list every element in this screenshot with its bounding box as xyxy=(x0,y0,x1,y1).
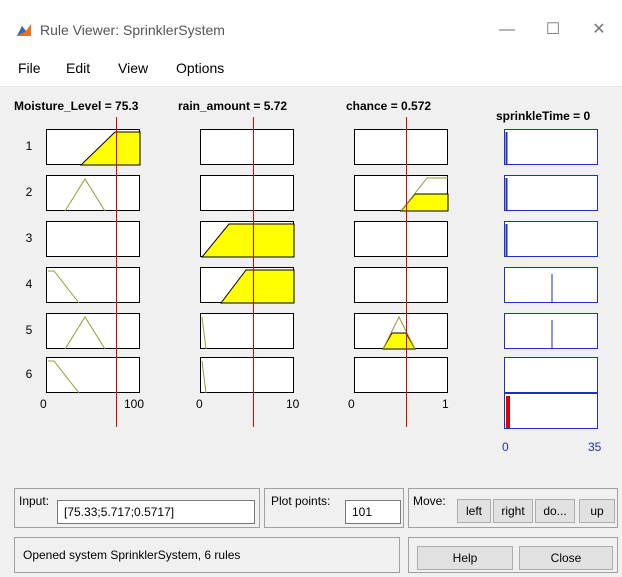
sprinkle-axis-max: 35 xyxy=(588,440,602,454)
move-down-button[interactable]: do... xyxy=(535,499,575,523)
rain-axis-max: 10 xyxy=(286,397,300,411)
move-panel: Move: left right do... up xyxy=(408,488,618,528)
rain-axis-min: 0 xyxy=(196,397,203,411)
window-title: Rule Viewer: SprinklerSystem xyxy=(40,22,225,38)
input-label: Input: xyxy=(19,494,50,508)
rule3-moisture-mf-plot[interactable] xyxy=(46,221,140,257)
moisture-input-line[interactable] xyxy=(116,117,117,427)
rule4-rain-mf-plot[interactable] xyxy=(200,267,295,304)
menu-edit[interactable]: Edit xyxy=(66,60,90,76)
rule1-rain-mf-plot[interactable] xyxy=(200,129,294,165)
moisture-axis-min: 0 xyxy=(40,397,47,411)
status-panel: Opened system SprinklerSystem, 6 rules xyxy=(14,537,400,573)
rule2-chance-mf-plot[interactable] xyxy=(354,175,449,212)
plot-points-field[interactable]: 101 xyxy=(345,500,401,524)
rule4-sprinkle-mf-plot[interactable] xyxy=(504,267,598,303)
moisture-level-label: Moisture_Level = 75.3 xyxy=(14,99,139,113)
input-field[interactable]: [75.33;5.717;0.5717] xyxy=(57,500,255,524)
rain-input-line[interactable] xyxy=(253,117,254,427)
rule3-chance-mf-plot[interactable] xyxy=(354,221,448,257)
rule1-sprinkle-mf-plot[interactable] xyxy=(504,129,598,165)
rule-number: 5 xyxy=(25,323,33,337)
rule3-rain-mf-plot[interactable] xyxy=(200,221,295,258)
chance-input-line[interactable] xyxy=(406,117,407,427)
menu-options[interactable]: Options xyxy=(176,60,224,76)
menu-file[interactable]: File xyxy=(18,60,41,76)
move-up-button[interactable]: up xyxy=(579,499,615,523)
rule-number: 6 xyxy=(25,367,33,381)
rule5-rain-mf-plot[interactable] xyxy=(200,313,294,350)
rule2-sprinkle-mf-plot[interactable] xyxy=(504,175,598,211)
rule-number: 2 xyxy=(25,185,33,199)
rule6-moisture-mf-plot[interactable] xyxy=(46,357,140,394)
plot-points-panel: Plot points: 101 xyxy=(264,488,404,528)
help-button[interactable]: Help xyxy=(417,546,513,570)
rule-number: 3 xyxy=(25,231,33,245)
chance-label: chance = 0.572 xyxy=(346,99,432,113)
status-text: Opened system SprinklerSystem, 6 rules xyxy=(23,548,241,562)
maximize-button[interactable]: ☐ xyxy=(530,14,576,46)
plot-points-label: Plot points: xyxy=(271,494,331,508)
rule1-moisture-mf-plot[interactable] xyxy=(46,129,141,166)
sprinkle-axis-min: 0 xyxy=(502,440,509,454)
rule6-chance-mf-plot[interactable] xyxy=(354,357,448,393)
close-button[interactable]: Close xyxy=(519,546,613,570)
move-label: Move: xyxy=(413,494,446,508)
close-window-button[interactable]: ✕ xyxy=(576,14,622,46)
moisture-axis-max: 100 xyxy=(124,397,145,411)
rain-amount-label: rain_amount = 5.72 xyxy=(178,99,288,113)
move-left-button[interactable]: left xyxy=(457,499,491,523)
rule-plot-area: Moisture_Level = 75.3 rain_amount = 5.72… xyxy=(0,87,622,473)
rule6-sprinkle-mf-plot[interactable] xyxy=(504,357,598,393)
rule1-chance-mf-plot[interactable] xyxy=(354,129,448,165)
chance-axis-min: 0 xyxy=(348,397,355,411)
move-right-button[interactable]: right xyxy=(493,499,533,523)
rule5-moisture-mf-plot[interactable] xyxy=(46,313,140,350)
rule-number: 1 xyxy=(25,139,33,153)
menu-view[interactable]: View xyxy=(118,60,148,76)
chance-axis-max: 1 xyxy=(442,397,449,411)
menu-bar: File Edit View Options xyxy=(0,50,622,87)
rule-number: 4 xyxy=(25,277,33,291)
matlab-app-icon xyxy=(16,22,32,38)
rule3-sprinkle-mf-plot[interactable] xyxy=(504,221,598,257)
rule6-rain-mf-plot[interactable] xyxy=(200,357,294,394)
action-panel: Help Close xyxy=(408,537,618,573)
aggregated-output-plot[interactable] xyxy=(504,393,598,429)
rule5-chance-mf-plot[interactable] xyxy=(354,313,448,350)
rule2-rain-mf-plot[interactable] xyxy=(200,175,294,211)
rule2-moisture-mf-plot[interactable] xyxy=(46,175,140,212)
minimize-button[interactable]: — xyxy=(484,14,530,46)
rule4-chance-mf-plot[interactable] xyxy=(354,267,448,303)
title-bar: Rule Viewer: SprinklerSystem — ☐ ✕ xyxy=(0,0,622,50)
sprinkle-time-label: sprinkleTime = 0 xyxy=(496,109,591,123)
input-panel: Input: [75.33;5.717;0.5717] xyxy=(14,488,260,528)
rule4-moisture-mf-plot[interactable] xyxy=(46,267,140,304)
rule5-sprinkle-mf-plot[interactable] xyxy=(504,313,598,349)
